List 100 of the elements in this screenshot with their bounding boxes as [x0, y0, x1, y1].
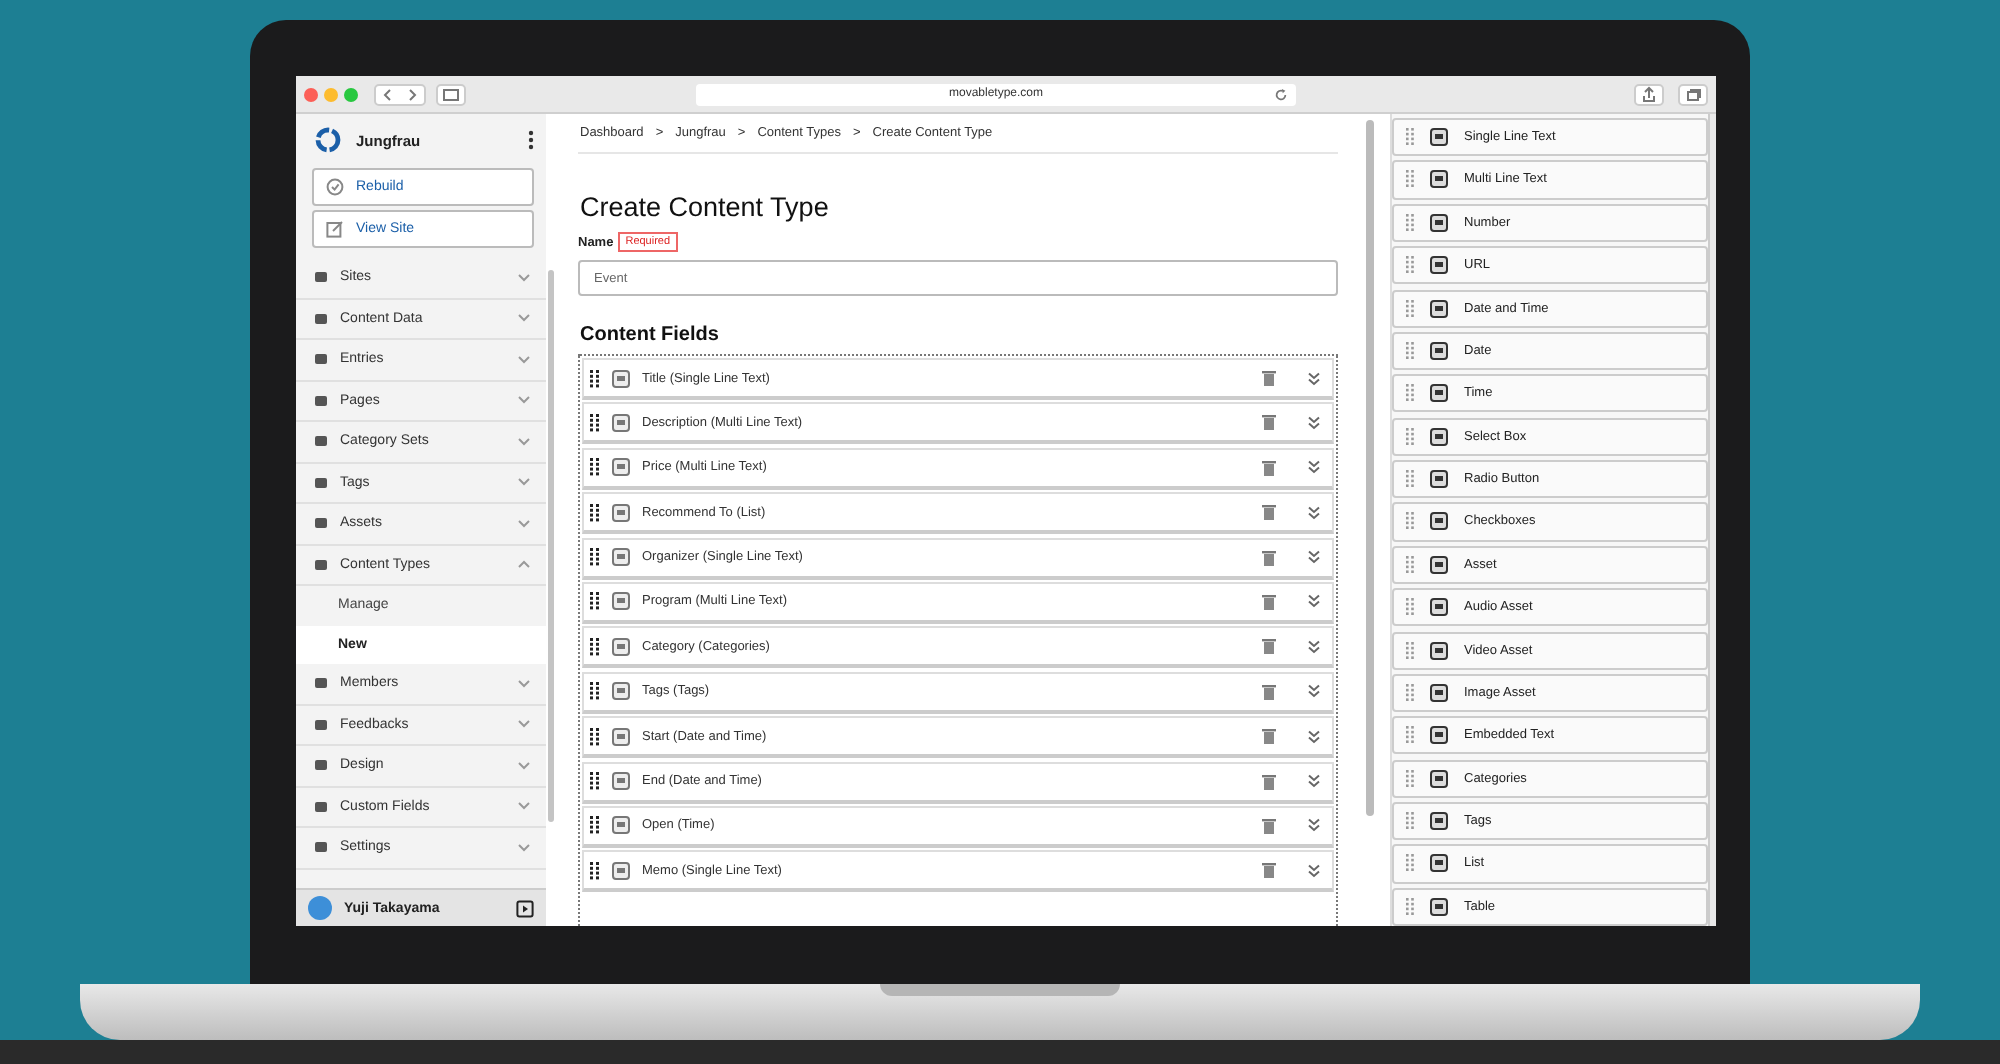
- field-type-icon: [1430, 128, 1448, 147]
- field-type-icon: [1430, 341, 1448, 360]
- field-type-icon: [1430, 427, 1448, 446]
- drag-handle-icon[interactable]: [590, 727, 600, 746]
- menu-item-icon: [314, 352, 328, 367]
- delete-icon[interactable]: [1262, 817, 1276, 834]
- tabs-icon[interactable]: [1678, 83, 1708, 105]
- avatar: [308, 896, 332, 920]
- page-title: Create Content Type: [580, 192, 831, 222]
- drag-handle-icon[interactable]: [590, 772, 600, 791]
- field-type-icon: [612, 637, 630, 656]
- field-type-icon: [1430, 641, 1448, 660]
- drag-handle-icon[interactable]: [590, 548, 600, 567]
- expand-icon[interactable]: [1308, 639, 1320, 654]
- field-type-icon: [1430, 812, 1448, 831]
- drag-handle-icon[interactable]: [1406, 897, 1414, 916]
- field-type-icon: [1430, 854, 1448, 873]
- field-type-icon: [612, 369, 630, 387]
- menu-item-icon: [314, 475, 328, 490]
- field-type-icon: [1430, 726, 1448, 745]
- menu-item-icon: [314, 393, 328, 408]
- drag-handle-icon[interactable]: [1406, 299, 1414, 318]
- delete-icon[interactable]: [1262, 728, 1276, 745]
- expand-icon[interactable]: [1308, 594, 1320, 609]
- expand-icon[interactable]: [1308, 415, 1320, 430]
- expand-icon[interactable]: [1308, 460, 1320, 475]
- expand-icon[interactable]: [1308, 684, 1320, 699]
- scrollbar-thumb[interactable]: [548, 270, 554, 822]
- drag-handle-icon[interactable]: [590, 369, 600, 387]
- drag-handle-icon[interactable]: [1406, 213, 1414, 232]
- drag-handle-icon[interactable]: [1406, 128, 1414, 147]
- field-type-icon: [1430, 299, 1448, 318]
- drag-handle-icon[interactable]: [1406, 598, 1414, 617]
- drag-handle-icon[interactable]: [590, 503, 600, 522]
- drag-handle-icon[interactable]: [1406, 726, 1414, 745]
- field-type-icon: [1430, 769, 1448, 788]
- field-type-icon: [1430, 598, 1448, 617]
- more-icon[interactable]: [528, 130, 534, 150]
- delete-icon[interactable]: [1262, 862, 1276, 879]
- field-type-icon: [612, 861, 630, 880]
- expand-icon[interactable]: [1308, 505, 1320, 520]
- expand-icon[interactable]: [1308, 729, 1320, 744]
- field-type-icon: [612, 548, 630, 567]
- drag-handle-icon[interactable]: [1406, 512, 1414, 531]
- drag-handle-icon[interactable]: [590, 458, 600, 477]
- expand-icon[interactable]: [1308, 818, 1320, 833]
- delete-icon[interactable]: [1262, 773, 1276, 790]
- field-type-icon: [612, 592, 630, 611]
- drag-handle-icon[interactable]: [1406, 812, 1414, 831]
- delete-icon[interactable]: [1262, 549, 1276, 566]
- drag-handle-icon[interactable]: [1406, 384, 1414, 403]
- drag-handle-icon[interactable]: [1406, 683, 1414, 702]
- field-type-icon: [1430, 897, 1448, 916]
- field-type-icon: [612, 816, 630, 835]
- drag-handle-icon[interactable]: [1406, 256, 1414, 275]
- close-icon[interactable]: [304, 87, 318, 101]
- field-type-icon: [1430, 512, 1448, 531]
- menu-item-icon: [314, 516, 328, 531]
- expand-icon[interactable]: [1308, 371, 1320, 385]
- delete-icon[interactable]: [1262, 459, 1276, 476]
- drag-handle-icon[interactable]: [1406, 170, 1414, 189]
- drag-handle-icon[interactable]: [1406, 555, 1414, 574]
- drag-handle-icon[interactable]: [590, 816, 600, 835]
- back-forward-icon[interactable]: [374, 83, 426, 105]
- menu-item-icon: [314, 557, 328, 572]
- scrollbar-thumb[interactable]: [1366, 120, 1374, 816]
- section-heading: Content Fields: [580, 324, 721, 346]
- drag-handle-icon[interactable]: [1406, 769, 1414, 788]
- expand-icon[interactable]: [1308, 550, 1320, 565]
- play-icon[interactable]: [516, 899, 534, 917]
- drag-handle-icon[interactable]: [1406, 470, 1414, 489]
- drag-handle-icon[interactable]: [590, 682, 600, 701]
- drag-handle-icon[interactable]: [1406, 341, 1414, 360]
- delete-icon[interactable]: [1262, 414, 1276, 431]
- sidebar-toggle-icon[interactable]: [436, 83, 466, 105]
- menu-item-icon: [314, 270, 328, 285]
- menu-item-icon: [314, 676, 328, 691]
- field-type-icon: [612, 772, 630, 791]
- share-icon[interactable]: [1634, 83, 1664, 105]
- drag-handle-icon[interactable]: [590, 861, 600, 880]
- drag-handle-icon[interactable]: [590, 413, 600, 432]
- drag-handle-icon[interactable]: [590, 592, 600, 611]
- delete-icon[interactable]: [1262, 638, 1276, 655]
- delete-icon[interactable]: [1262, 370, 1276, 386]
- field-type-icon: [612, 682, 630, 701]
- reload-icon[interactable]: [1274, 87, 1288, 101]
- expand-icon[interactable]: [1308, 774, 1320, 789]
- drag-handle-icon[interactable]: [590, 637, 600, 656]
- field-type-icon: [1430, 384, 1448, 403]
- delete-icon[interactable]: [1262, 593, 1276, 610]
- menu-item-icon: [314, 311, 328, 326]
- menu-item-icon: [314, 799, 328, 814]
- drag-handle-icon[interactable]: [1406, 854, 1414, 873]
- drag-handle-icon[interactable]: [1406, 641, 1414, 660]
- drag-handle-icon[interactable]: [1406, 427, 1414, 446]
- edit-icon: [326, 220, 344, 238]
- delete-icon[interactable]: [1262, 504, 1276, 521]
- delete-icon[interactable]: [1262, 683, 1276, 700]
- field-type-icon: [612, 458, 630, 477]
- expand-icon[interactable]: [1308, 863, 1320, 878]
